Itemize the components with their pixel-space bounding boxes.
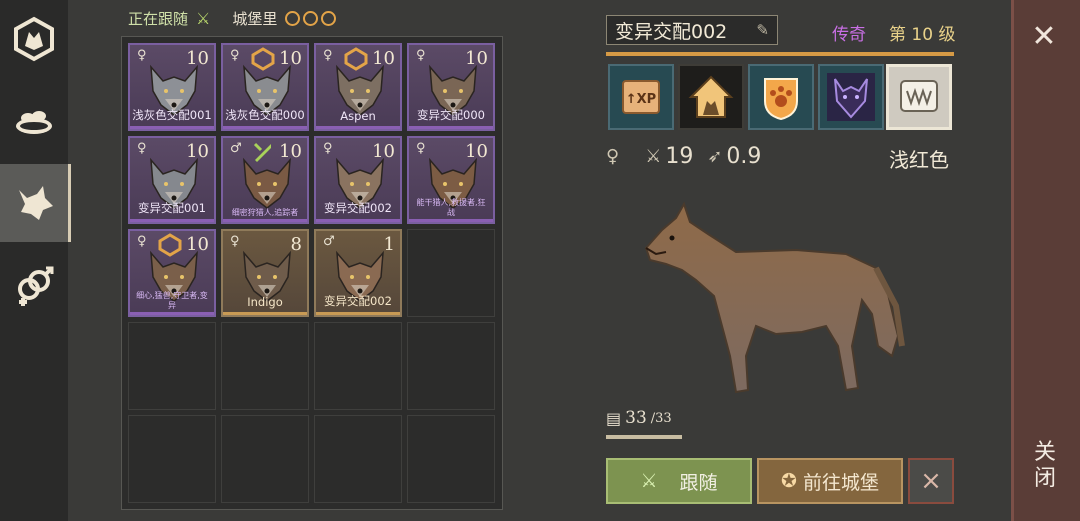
castle-capacity-icons: [285, 11, 337, 26]
hunger-icon: ▤: [606, 408, 622, 428]
svg-text:↑XP: ↑XP: [626, 92, 656, 107]
pet-card[interactable]: ♀ 8 Indigo: [221, 229, 309, 317]
empty-pet-slot: [314, 322, 402, 410]
pet-card[interactable]: ♀ 10 能干猎人,救援者,狂战: [407, 136, 495, 224]
empty-pet-slot: [314, 415, 402, 503]
pet-name: 细心,猛兽,守卫者,变异: [136, 291, 208, 310]
close-button-label[interactable]: 关闭: [1030, 440, 1060, 492]
castle-button-icon: ✪: [781, 470, 797, 492]
empty-pet-slot: [128, 415, 216, 503]
fur-color-label: 浅红色: [889, 148, 949, 172]
pet-card[interactable]: ♀ 10 变异交配000: [407, 43, 495, 131]
pet-name: 细密狩猎人,追踪者: [231, 208, 299, 217]
food-bowl-icon: [16, 111, 52, 134]
empty-pet-slot: [221, 322, 309, 410]
wolf-model: [644, 201, 905, 394]
pet-card[interactable]: ♀ 10 变异交配001: [128, 136, 216, 224]
pet-name: 变异交配002: [324, 201, 392, 215]
pet-name: 浅灰色交配000: [225, 108, 305, 122]
empty-pet-slot: [221, 415, 309, 503]
pet-card[interactable]: ♀ 10 Aspen: [314, 43, 402, 131]
paw-shield-icon: [764, 78, 798, 121]
pet-name: Aspen: [340, 109, 376, 123]
female-icon: ♀: [606, 145, 620, 167]
pet-card[interactable]: ♂ 10 细密狩猎人,追踪者: [221, 136, 309, 224]
pet-name-box[interactable]: 变异交配002 ✎: [606, 15, 778, 45]
pet-card[interactable]: ♂ 1 变异交配002: [314, 229, 402, 317]
sidebar-tab-wolves[interactable]: [0, 164, 71, 242]
level-label: 第 10 级: [889, 25, 956, 45]
hunger-current: 33: [625, 408, 647, 428]
pet-name: 变异交配002: [615, 20, 728, 43]
speed-value: 0.9: [726, 143, 762, 169]
castle-flame-icon: [303, 11, 319, 26]
wolf-clan-icon: [14, 16, 54, 62]
sidebar-tab-clan[interactable]: [0, 0, 68, 78]
empty-pet-slot: [407, 322, 495, 410]
following-label: 正在跟随: [128, 10, 189, 28]
dark-wolf-icon: [827, 73, 875, 121]
castle-flame-icon: [285, 11, 301, 26]
attack-value: 19: [665, 143, 694, 169]
fang-scroll-icon: [900, 80, 938, 112]
pet-stats: ♀ ⚔ 19 ➶ 0.9: [606, 142, 761, 170]
breeding-icon: [18, 266, 54, 306]
release-button[interactable]: ×: [908, 458, 954, 504]
pet-name: 变异交配001: [138, 201, 206, 215]
castle-wolf-icon: [688, 75, 734, 118]
xp-boost-icon: ↑XP: [622, 80, 660, 114]
skill-slot-castle[interactable]: [678, 64, 744, 130]
skill-slot-dark-wolf[interactable]: [818, 64, 884, 130]
pet-name: 浅灰色交配001: [132, 108, 212, 122]
pet-name: 变异交配000: [417, 108, 485, 122]
skill-slot-xp[interactable]: ↑XP: [608, 64, 674, 130]
follow-icon: ⚔: [196, 9, 211, 28]
sidebar-tab-food[interactable]: [0, 82, 68, 160]
pet-card[interactable]: ♀ 10 浅灰色交配001: [128, 43, 216, 131]
rarity-label: 传奇: [832, 25, 866, 45]
follow-button[interactable]: ⚔ 跟随: [606, 458, 752, 504]
wolf-head-icon: [19, 186, 53, 220]
rename-icon[interactable]: ✎: [756, 21, 769, 39]
pet-status-strip: 正在跟随 ⚔ 城堡里: [128, 8, 337, 29]
empty-pet-slot: [407, 415, 495, 503]
empty-pet-slot: [407, 229, 495, 317]
castle-button-label: 前往城堡: [802, 471, 879, 494]
castle-flame-icon: [321, 11, 337, 26]
hunger-bar: [606, 435, 682, 439]
follow-button-icon: ⚔: [640, 470, 658, 492]
close-icon[interactable]: ✕: [1018, 10, 1070, 62]
location-label: 城堡里: [232, 10, 278, 28]
skill-slot-fang[interactable]: [886, 64, 952, 130]
wolf-portrait-icon: [243, 157, 291, 209]
pet-grid: ♀ 10 浅灰色交配001 ♀ 10 浅灰色交配000 ♀ 10 Aspen ♀ 10 变异交配000…: [121, 36, 503, 510]
title-divider: [606, 52, 954, 56]
sidebar-tab-breeding[interactable]: [0, 246, 68, 324]
pet-card[interactable]: ♀ 10 变异交配002: [314, 136, 402, 224]
follow-button-label: 跟随: [679, 471, 718, 494]
pet-name: Indigo: [247, 295, 283, 309]
sidebar: [0, 0, 71, 521]
pet-card[interactable]: ♀ 10 细心,猛兽,守卫者,变异: [128, 229, 216, 317]
skill-slot-paw[interactable]: [748, 64, 814, 130]
speed-icon: ➶: [707, 145, 723, 167]
pet-name: 能干猎人,救援者,狂战: [416, 198, 486, 217]
pet-name: 变异交配002: [324, 294, 392, 308]
pet-card[interactable]: ♀ 10 浅灰色交配000: [221, 43, 309, 131]
empty-pet-slot: [128, 322, 216, 410]
attack-icon: ⚔: [645, 145, 662, 167]
hunger-max: /33: [650, 410, 672, 426]
go-to-castle-button[interactable]: ✪ 前往城堡: [757, 458, 903, 504]
hunger-readout: ▤ 33 /33: [606, 408, 672, 428]
